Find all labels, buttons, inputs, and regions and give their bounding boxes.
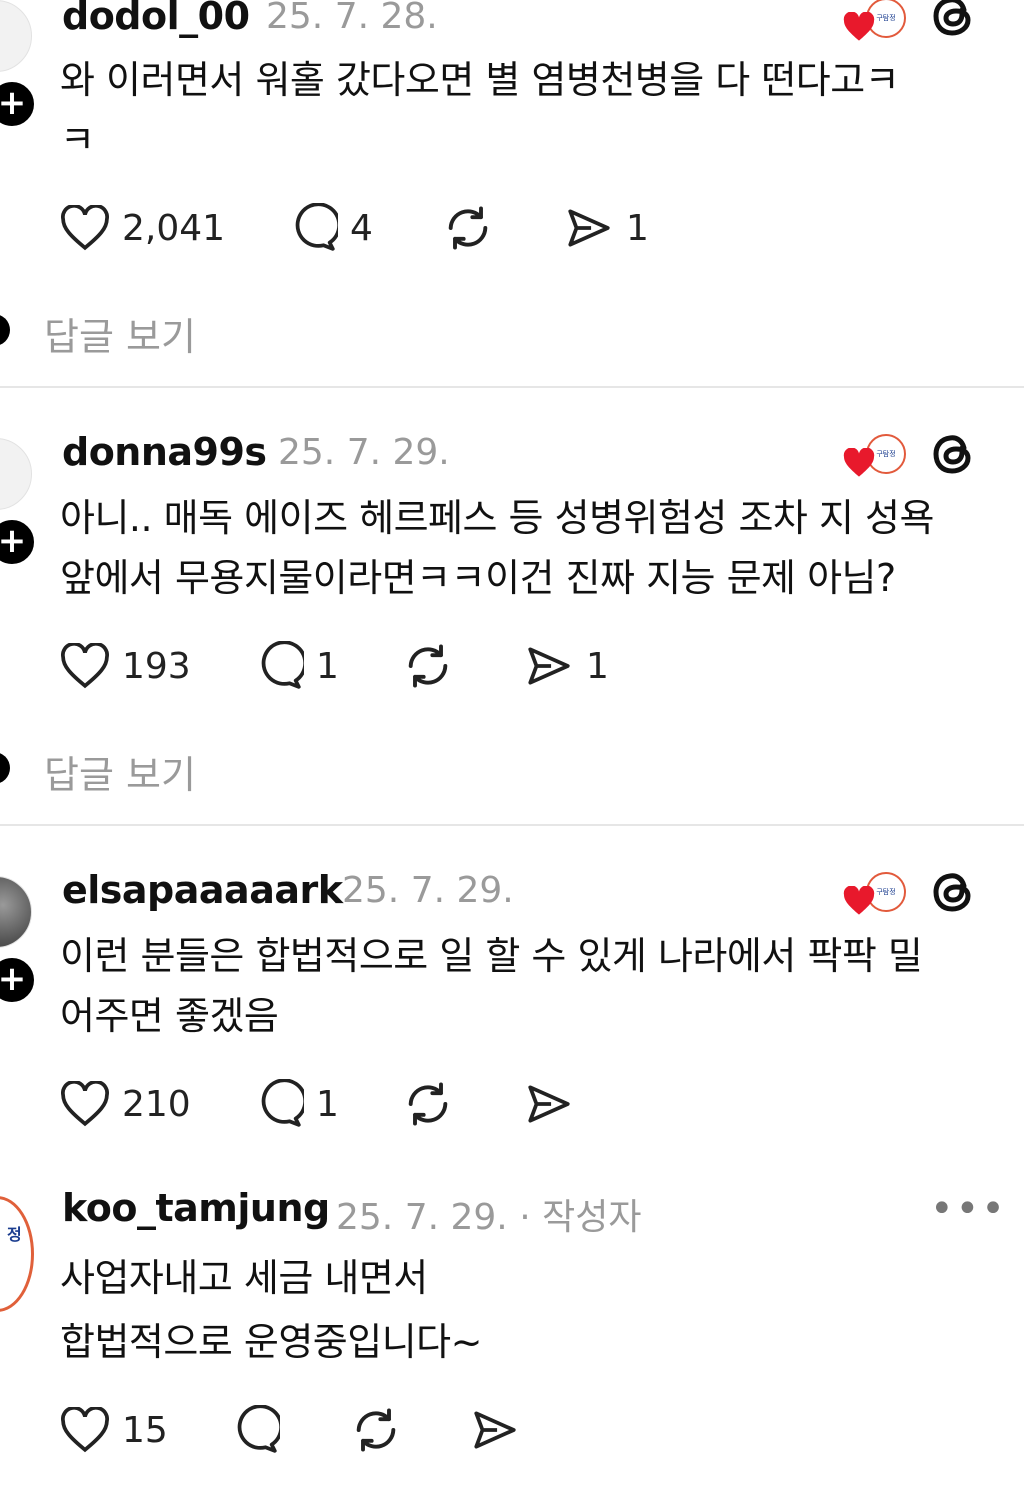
- avatar[interactable]: [0, 0, 32, 72]
- comment-text: 와 이러면서 워홀 갔다오면 별 염병천병을 다 떤다고ㅋ ㅋ: [60, 50, 1000, 170]
- comment-text-line: 와 이러면서 워홀 갔다오면 별 염병천병을 다 떤다고ㅋ: [60, 58, 900, 102]
- repost-icon: [356, 1408, 396, 1452]
- comment-text: 아니.. 매독 에이즈 헤르페스 등 성병위험성 조차 지 성욕 앞에서 무용지…: [60, 488, 1000, 608]
- comment-count: 1: [316, 1083, 339, 1125]
- comment-date-value: 25. 7. 29.: [336, 1197, 508, 1238]
- comment-bubble-icon: [261, 641, 304, 689]
- comment-button[interactable]: 4: [288, 200, 373, 256]
- repost-button[interactable]: [402, 1076, 454, 1132]
- like-button[interactable]: 2,041: [60, 200, 225, 256]
- username[interactable]: donna99s: [62, 430, 267, 474]
- heart-icon: [61, 1081, 109, 1127]
- comment-button[interactable]: 1: [254, 638, 339, 694]
- comment-text-line: 아니.. 매독 에이즈 헤르페스 등 성병위험성 조차 지 성욕: [60, 496, 934, 540]
- threads-icon[interactable]: [930, 868, 978, 916]
- threads-icon[interactable]: [930, 430, 978, 478]
- comment-text-line: 어주면 좋겠음: [60, 994, 279, 1038]
- share-button[interactable]: [524, 1076, 574, 1132]
- username[interactable]: dodol_00: [62, 0, 250, 38]
- view-replies-link[interactable]: 답글 보기: [44, 744, 196, 799]
- share-count: 1: [626, 207, 649, 249]
- repost-button[interactable]: [402, 638, 454, 694]
- comment-text-line: 사업자내고 세금 내면서: [60, 1256, 428, 1300]
- heart-badge-icon: [843, 12, 875, 41]
- send-icon: [528, 647, 570, 685]
- repost-button[interactable]: [442, 200, 494, 256]
- comment-button[interactable]: 1: [254, 1076, 339, 1132]
- comment-date: 25. 7. 29.: [342, 870, 514, 911]
- more-options-button[interactable]: •••: [930, 1186, 1007, 1232]
- heart-icon: [61, 205, 109, 251]
- avatar-logo-text: 정: [7, 1225, 22, 1244]
- comment-count: 4: [350, 207, 373, 249]
- avatar[interactable]: [0, 876, 32, 948]
- send-icon: [568, 209, 610, 247]
- like-count: 15: [122, 1409, 168, 1451]
- reply-thread-dot: [0, 314, 10, 346]
- share-button[interactable]: 1: [524, 638, 609, 694]
- author-tag: · 작성자: [519, 1197, 642, 1238]
- repost-button[interactable]: [350, 1402, 402, 1458]
- view-replies-link[interactable]: 답글 보기: [44, 306, 196, 361]
- comment-date: 25. 7. 28.: [266, 0, 438, 37]
- avatar[interactable]: [0, 438, 32, 510]
- follow-plus-button[interactable]: +: [0, 516, 38, 568]
- share-button[interactable]: 1: [564, 200, 649, 256]
- comment-button[interactable]: [230, 1402, 280, 1458]
- comment-text: 사업자내고 세금 내면서 합법적으로 운영중입니다~: [60, 1246, 1000, 1374]
- liked-by-author-badge: 구탐정: [842, 872, 908, 915]
- like-button[interactable]: 15: [60, 1402, 168, 1458]
- comment-bubble-icon: [237, 1405, 280, 1453]
- reply-thread-dot: [0, 752, 10, 784]
- heart-badge-icon: [843, 448, 875, 477]
- avatar[interactable]: 정: [0, 1196, 34, 1312]
- comment-bubble-icon: [261, 1079, 304, 1127]
- repost-icon: [448, 206, 488, 250]
- like-count: 2,041: [122, 207, 226, 249]
- comment-text-line: 합법적으로 운영중입니다~: [60, 1320, 482, 1364]
- share-button[interactable]: [470, 1402, 520, 1458]
- username[interactable]: elsapaaaaark: [62, 868, 343, 912]
- username[interactable]: koo_tamjung: [62, 1186, 330, 1230]
- liked-by-author-badge: 구탐정: [842, 0, 908, 41]
- comment-date: 25. 7. 29. · 작성자: [336, 1188, 641, 1240]
- comment-text-line: 앞에서 무용지물이라면ㅋㅋ이건 진짜 지능 문제 아님?: [60, 556, 896, 600]
- send-icon: [474, 1411, 516, 1449]
- comment-text: 이런 분들은 합법적으로 일 할 수 있게 나라에서 팍팍 밀 어주면 좋겠음: [60, 926, 1000, 1046]
- threads-icon[interactable]: [930, 0, 978, 40]
- share-count: 1: [586, 645, 609, 687]
- like-button[interactable]: 210: [60, 1076, 191, 1132]
- comment-text-line: ㅋ: [60, 118, 95, 162]
- divider: [0, 824, 1024, 826]
- liked-by-author-badge: 구탐정: [842, 434, 908, 477]
- comment-text-line: 이런 분들은 합법적으로 일 할 수 있게 나라에서 팍팍 밀: [60, 934, 923, 978]
- follow-plus-button[interactable]: +: [0, 78, 38, 130]
- comment-bubble-icon: [295, 203, 338, 251]
- like-count: 210: [122, 1083, 191, 1125]
- like-count: 193: [122, 645, 191, 687]
- divider: [0, 386, 1024, 388]
- heart-badge-icon: [843, 886, 875, 915]
- comment-date: 25. 7. 29.: [278, 432, 450, 473]
- heart-icon: [61, 1407, 109, 1453]
- like-button[interactable]: 193: [60, 638, 191, 694]
- comment-count: 1: [316, 645, 339, 687]
- repost-icon: [408, 1082, 448, 1126]
- send-icon: [528, 1085, 570, 1123]
- heart-icon: [61, 643, 109, 689]
- follow-plus-button[interactable]: +: [0, 954, 38, 1006]
- repost-icon: [408, 644, 448, 688]
